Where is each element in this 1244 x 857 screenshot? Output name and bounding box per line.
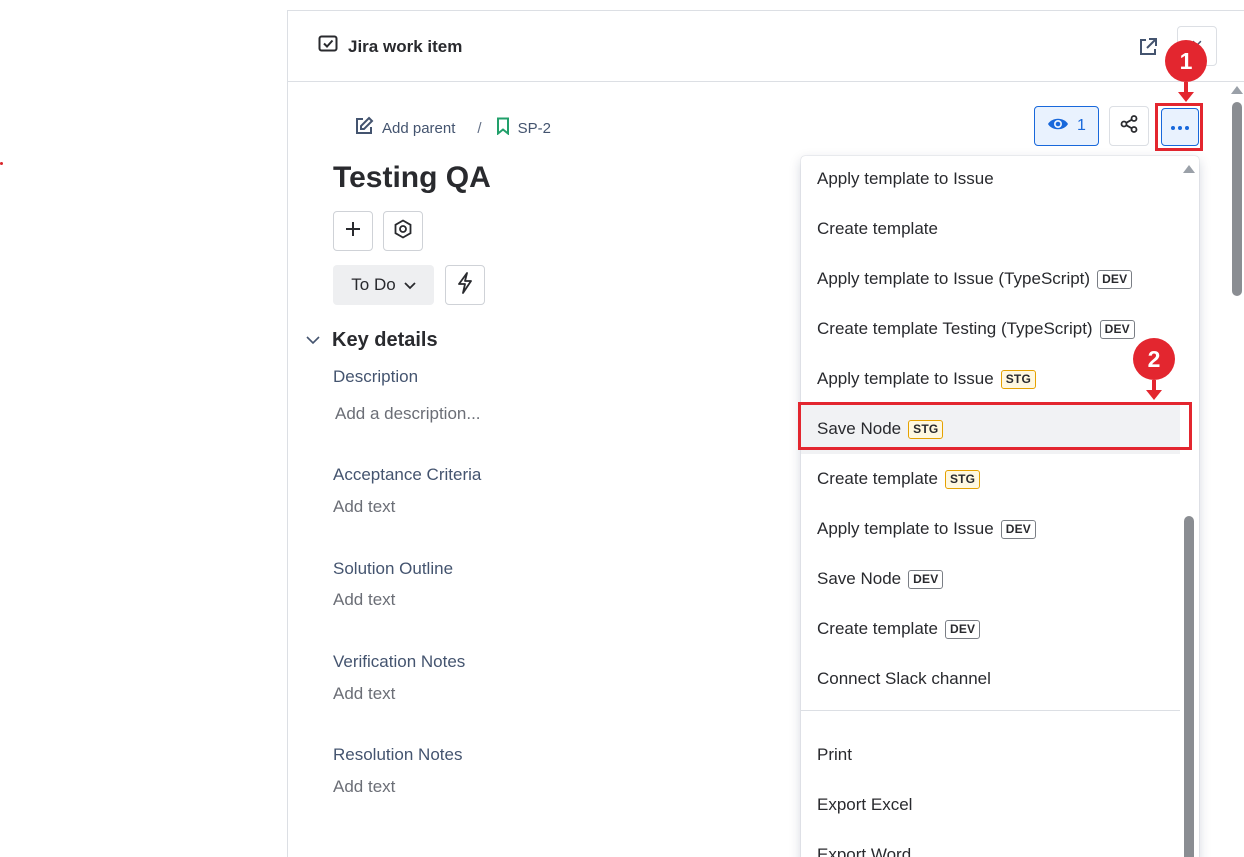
menu-item-create-template-ts-dev[interactable]: Create template Testing (TypeScript) DEV <box>801 304 1180 354</box>
eye-icon <box>1047 116 1069 137</box>
stg-badge: STG <box>944 469 981 489</box>
verification-notes-input[interactable]: Add text <box>333 684 395 704</box>
settings-icon <box>393 218 413 244</box>
annotation-marker-2: 2 <box>1133 338 1175 380</box>
menu-item-label: Connect Slack channel <box>817 669 991 688</box>
chevron-down-icon <box>404 275 416 295</box>
solution-outline-input[interactable]: Add text <box>333 590 395 610</box>
chevron-down-icon <box>306 332 320 350</box>
add-button[interactable] <box>333 211 373 251</box>
menu-item-save-node-dev[interactable]: Save Node DEV <box>801 554 1180 604</box>
menu-item-create-template-dev[interactable]: Create template DEV <box>801 604 1180 654</box>
issue-key-label: SP-2 <box>517 119 551 137</box>
panel-header: Jira work item × <box>288 11 1244 82</box>
dev-badge: DEV <box>1099 319 1135 339</box>
acceptance-criteria-input[interactable]: Add text <box>333 497 395 517</box>
status-dropdown[interactable]: To Do <box>333 265 434 305</box>
annotation-arrow-2 <box>1152 380 1156 390</box>
menu-item-label: Save Node <box>817 569 902 588</box>
status-label: To Do <box>351 275 396 294</box>
menu-item-label: Apply template to Issue <box>817 369 994 388</box>
panel-title: Jira work item <box>318 35 462 58</box>
panel-scroll-up-arrow[interactable] <box>1231 86 1243 94</box>
share-icon <box>1119 114 1139 139</box>
edit-icon <box>354 116 374 140</box>
more-actions-menu: Apply template to Issue Create template … <box>801 156 1199 857</box>
resolution-notes-label: Resolution Notes <box>333 745 463 764</box>
annotation-arrowhead-1 <box>1178 92 1194 102</box>
share-button[interactable] <box>1109 106 1149 146</box>
menu-item-label: Apply template to Issue <box>817 519 994 538</box>
stg-badge: STG <box>1000 369 1036 389</box>
menu-item-label: Apply template to Issue <box>817 169 994 188</box>
annotation-marker-2-label: 2 <box>1147 345 1161 372</box>
menu-item-apply-template-dev[interactable]: Apply template to Issue DEV <box>801 504 1180 554</box>
annotation-marker-1-label: 1 <box>1179 47 1193 74</box>
dev-badge: DEV <box>908 569 944 589</box>
menu-item-label: Apply template to Issue (TypeScript) <box>817 269 1091 288</box>
checkbox-icon <box>318 35 338 58</box>
annotation-arrowhead-2 <box>1146 390 1162 400</box>
annotation-marker-1: 1 <box>1165 40 1207 82</box>
key-details-toggle[interactable]: Key details <box>306 329 438 352</box>
add-parent-link[interactable]: Add parent <box>354 116 455 140</box>
menu-item-apply-template-stg[interactable]: Apply template to Issue STG <box>801 354 1180 404</box>
dev-badge: DEV <box>1097 269 1133 289</box>
annotation-highlight-2 <box>798 402 1192 450</box>
menu-item-create-template[interactable]: Create template <box>801 204 1180 254</box>
breadcrumb-separator: / <box>477 119 482 137</box>
dev-badge: DEV <box>944 619 981 639</box>
resolution-notes-input[interactable]: Add text <box>333 777 395 797</box>
panel-scrollbar[interactable] <box>1232 102 1242 296</box>
menu-item-export-excel[interactable]: Export Excel <box>801 780 1180 830</box>
watch-count: 1 <box>1077 117 1086 134</box>
add-parent-label: Add parent <box>382 119 456 137</box>
menu-item-label: Create template Testing (TypeScript) <box>817 319 1093 338</box>
panel-title-label: Jira work item <box>348 36 463 56</box>
issue-key-link[interactable]: SP-2 <box>496 117 551 139</box>
key-details-heading: Key details <box>332 329 438 351</box>
dev-badge: DEV <box>1000 519 1036 539</box>
annotation-highlight-1 <box>1155 103 1203 151</box>
apps-button[interactable] <box>383 211 423 251</box>
menu-divider <box>801 710 1180 711</box>
menu-item-label: Print <box>817 745 852 764</box>
menu-item-label: Create template <box>817 469 938 488</box>
solution-outline-label: Solution Outline <box>333 559 454 578</box>
bookmark-icon <box>496 117 510 139</box>
verification-notes-label: Verification Notes <box>333 652 466 671</box>
menu-item-create-template-stg[interactable]: Create template STG <box>801 454 1180 504</box>
stray-dot <box>0 162 3 165</box>
lightning-icon <box>457 271 473 299</box>
menu-item-export-word[interactable]: Export Word <box>801 830 1180 857</box>
menu-item-connect-slack[interactable]: Connect Slack channel <box>801 654 1180 704</box>
page-title: Testing QA <box>333 161 491 194</box>
automation-button[interactable] <box>445 265 485 305</box>
menu-item-label: Export Excel <box>817 795 913 814</box>
description-input[interactable]: Add a description... <box>335 404 481 424</box>
breadcrumb: Add parent / SP-2 <box>354 116 551 140</box>
watch-button[interactable]: 1 <box>1034 106 1099 146</box>
acceptance-criteria-label: Acceptance Criteria <box>333 465 482 484</box>
menu-scroll-up-arrow[interactable] <box>1183 165 1195 173</box>
menu-item-print[interactable]: Print <box>801 730 1180 780</box>
menu-item-label: Create template <box>817 619 938 638</box>
menu-item-label: Create template <box>817 219 938 238</box>
menu-item-apply-template-ts-dev[interactable]: Apply template to Issue (TypeScript) DEV <box>801 254 1180 304</box>
menu-scrollbar[interactable] <box>1184 516 1194 857</box>
menu-item-label: Export Word <box>817 845 912 857</box>
external-link-icon[interactable] <box>1136 35 1160 59</box>
plus-icon <box>344 220 362 243</box>
menu-item-apply-template[interactable]: Apply template to Issue <box>801 156 1180 204</box>
description-label: Description <box>333 367 419 386</box>
